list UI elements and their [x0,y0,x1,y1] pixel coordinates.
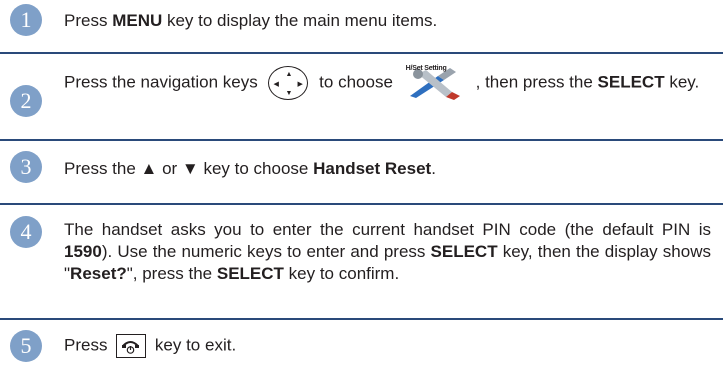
divider-1 [0,52,723,54]
step-number-4: 4 [10,216,42,248]
step-number-5: 5 [10,330,42,362]
handset-setting-label: H/Set Setting [405,65,447,72]
step-5-text: Press key to exit. [64,334,711,358]
step-1-text: Press MENU key to display the main menu … [64,11,438,30]
end-key-icon [116,334,147,358]
step-3-text: Press the ▲ or ▼ key to choose Handset R… [64,159,436,178]
step-number-2: 2 [10,85,42,117]
step-2-text: Press the navigation keys ▲ ◀ ▶ ▼ to cho… [64,65,711,100]
step-4-text: The handset asks you to enter the curren… [64,220,711,283]
step-number-3: 3 [10,151,42,183]
divider-2 [0,139,723,141]
step-number-1: 1 [10,4,42,36]
navigation-keys-icon: ▲ ◀ ▶ ▼ [268,66,309,100]
divider-3 [0,203,723,205]
divider-4 [0,318,723,320]
handset-setting-icon: H/Set Setting [404,65,470,100]
